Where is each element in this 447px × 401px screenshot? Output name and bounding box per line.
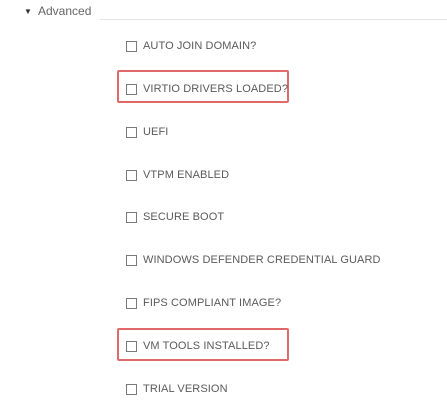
checkbox-virtio-drivers-loaded[interactable]: VIRTIO DRIVERS LOADED?: [126, 81, 288, 97]
checkbox-icon[interactable]: [126, 340, 137, 352]
checkbox-icon[interactable]: [126, 383, 137, 395]
checkbox-icon[interactable]: [126, 211, 137, 223]
checkbox-windows-defender-credential-guard[interactable]: WINDOWS DEFENDER CREDENTIAL GUARD: [126, 252, 381, 268]
checkbox-vm-tools-installed[interactable]: VM TOOLS INSTALLED?: [126, 338, 270, 354]
checkbox-vtpm-enabled[interactable]: VTPM ENABLED: [126, 167, 229, 183]
checkbox-label: UEFI: [143, 126, 169, 138]
caret-down-icon: ▼: [24, 6, 32, 16]
checkbox-trial-version[interactable]: TRIAL VERSION: [126, 381, 228, 397]
checkbox-label: WINDOWS DEFENDER CREDENTIAL GUARD: [143, 254, 381, 266]
checkbox-uefi[interactable]: UEFI: [126, 124, 168, 140]
checkbox-icon[interactable]: [126, 83, 137, 95]
checkbox-label: VM TOOLS INSTALLED?: [143, 340, 270, 352]
checkbox-icon[interactable]: [126, 297, 137, 309]
checkbox-label: SECURE BOOT: [143, 211, 225, 223]
advanced-section-toggle[interactable]: ▼ Advanced: [24, 2, 91, 20]
section-title: Advanced: [38, 4, 92, 18]
checkbox-icon[interactable]: [126, 169, 137, 181]
checkbox-icon[interactable]: [126, 254, 137, 266]
checkbox-auto-join-domain[interactable]: AUTO JOIN DOMAIN?: [126, 38, 256, 54]
section-divider: [100, 19, 447, 20]
checkbox-label: VIRTIO DRIVERS LOADED?: [143, 83, 289, 95]
checkbox-fips-compliant-image[interactable]: FIPS COMPLIANT IMAGE?: [126, 295, 281, 311]
checkbox-label: FIPS COMPLIANT IMAGE?: [143, 297, 282, 309]
checkbox-label: VTPM ENABLED: [143, 169, 230, 181]
checkbox-label: AUTO JOIN DOMAIN?: [143, 40, 257, 52]
checkbox-icon[interactable]: [126, 126, 137, 138]
checkbox-label: TRIAL VERSION: [143, 383, 228, 395]
checkbox-secure-boot[interactable]: SECURE BOOT: [126, 209, 224, 225]
checkbox-icon[interactable]: [126, 40, 137, 52]
